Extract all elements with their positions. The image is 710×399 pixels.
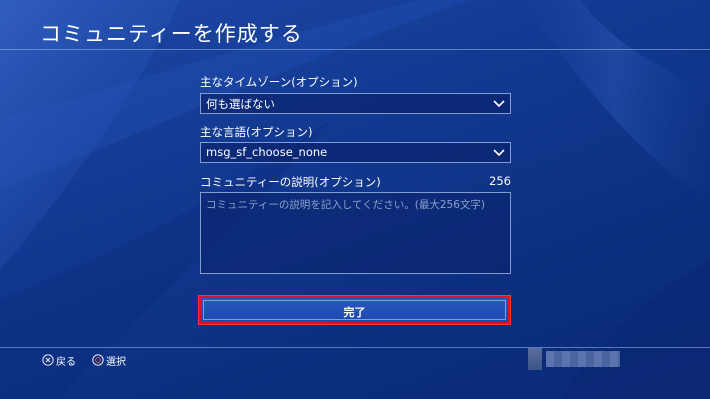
description-label: コミュニティーの説明(オプション) — [200, 175, 381, 189]
cross-button-icon — [42, 354, 54, 366]
description-char-count: 256 — [489, 174, 511, 188]
language-label: 主な言語(オプション) — [200, 125, 313, 139]
header-divider — [0, 49, 710, 50]
timezone-select[interactable]: 何も選ばない — [200, 93, 511, 114]
select-hint-label: 選択 — [106, 356, 126, 368]
done-button[interactable]: 完了 — [198, 295, 511, 325]
language-select-value: msg_sf_choose_none — [206, 145, 328, 159]
back-hint-label: 戻る — [56, 356, 76, 368]
circle-button-icon — [92, 354, 104, 366]
user-name-blurred — [546, 351, 620, 367]
select-hint[interactable]: 選択 — [92, 353, 126, 368]
page-title: コミュニティーを作成する — [40, 22, 303, 46]
chevron-down-icon — [493, 100, 505, 108]
avatar — [528, 348, 542, 370]
timezone-label: 主なタイムゾーン(オプション) — [200, 75, 358, 89]
button-hints: 戻る 選択 — [42, 352, 142, 368]
description-textarea[interactable]: コミュニティーの説明を記入してください。(最大256文字) — [200, 192, 511, 274]
back-hint[interactable]: 戻る — [42, 353, 76, 368]
chevron-down-icon — [493, 149, 505, 157]
user-info-blurred — [528, 348, 620, 370]
done-button-label: 完了 — [343, 306, 366, 319]
language-select[interactable]: msg_sf_choose_none — [200, 142, 511, 163]
timezone-select-value: 何も選ばない — [206, 97, 275, 111]
description-placeholder: コミュニティーの説明を記入してください。(最大256文字) — [206, 199, 485, 211]
